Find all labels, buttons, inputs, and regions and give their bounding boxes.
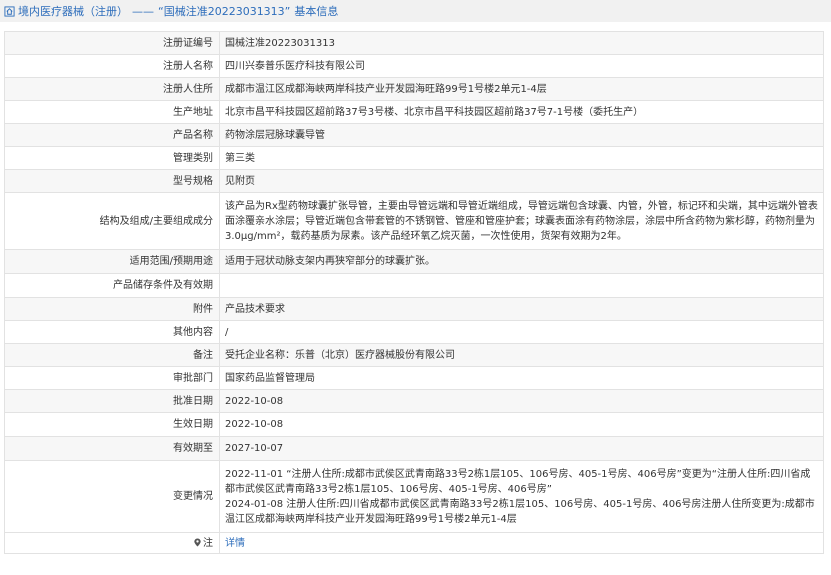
table-row: 型号规格 见附页 bbox=[4, 169, 824, 193]
details-link[interactable]: 详情 bbox=[225, 538, 245, 549]
row-label: 型号规格 bbox=[4, 169, 220, 193]
table-row: 其他内容 / bbox=[4, 320, 824, 344]
row-label: 产品名称 bbox=[4, 123, 220, 147]
row-label: 生效日期 bbox=[4, 412, 220, 437]
row-value: 2027-10-07 bbox=[219, 436, 824, 461]
row-label: 其他内容 bbox=[4, 320, 220, 344]
row-label: 注册人住所 bbox=[4, 77, 220, 101]
row-label: 附件 bbox=[4, 297, 220, 321]
table-row: 产品储存条件及有效期 bbox=[4, 273, 824, 298]
table-row: 管理类别 第三类 bbox=[4, 146, 824, 170]
row-value: 2022-10-08 bbox=[219, 412, 824, 437]
row-label: 管理类别 bbox=[4, 146, 220, 170]
row-label: 注册证编号 bbox=[4, 31, 220, 55]
table-row: 有效期至 2027-10-07 bbox=[4, 436, 824, 461]
table-row: 生效日期 2022-10-08 bbox=[4, 412, 824, 437]
breadcrumb-separator: —— bbox=[132, 4, 154, 18]
footer-label-text: 注 bbox=[203, 537, 213, 549]
row-value: 四川兴泰普乐医疗科技有限公司 bbox=[219, 54, 824, 78]
location-pin-icon bbox=[194, 537, 201, 547]
table-row: 注册人名称 四川兴泰普乐医疗科技有限公司 bbox=[4, 54, 824, 78]
breadcrumb-category-link[interactable]: 境内医疗器械（注册） bbox=[18, 3, 128, 19]
table-row: 适用范围/预期用途 适用于冠状动脉支架内再狭窄部分的球囊扩张。 bbox=[4, 249, 824, 274]
row-value: 国械注准20223031313 bbox=[219, 31, 824, 55]
table-row: 注册证编号 国械注准20223031313 bbox=[4, 31, 824, 55]
footer-value: 详情 bbox=[219, 532, 824, 554]
row-value: 成都市温江区成都海峡两岸科技产业开发园海旺路99号1号楼2单元1-4层 bbox=[219, 77, 824, 101]
row-value: 适用于冠状动脉支架内再狭窄部分的球囊扩张。 bbox=[219, 249, 824, 274]
row-label: 适用范围/预期用途 bbox=[4, 249, 220, 274]
page-header: 境内医疗器械（注册） —— “国械注准20223031313” 基本信息 bbox=[0, 0, 831, 22]
row-value: 药物涂层冠脉球囊导管 bbox=[219, 123, 824, 147]
row-value: / bbox=[219, 320, 824, 344]
home-icon bbox=[4, 5, 15, 17]
row-value: 第三类 bbox=[219, 146, 824, 170]
row-label: 批准日期 bbox=[4, 389, 220, 413]
row-value: 受托企业名称：乐普（北京）医疗器械股份有限公司 bbox=[219, 343, 824, 367]
table-row: 附件 产品技术要求 bbox=[4, 297, 824, 321]
page-title: “国械注准20223031313” bbox=[158, 5, 291, 18]
row-value: 该产品为Rx型药物球囊扩张导管，主要由导管远端和导管近端组成，导管远端包含球囊、… bbox=[219, 192, 824, 250]
detail-panel: 注册证编号 国械注准20223031313 注册人名称 四川兴泰普乐医疗科技有限公司注… bbox=[0, 22, 831, 554]
row-label: 变更情况 bbox=[4, 460, 220, 533]
table-row: 产品名称 药物涂层冠脉球囊导管 bbox=[4, 123, 824, 147]
row-label: 备注 bbox=[4, 343, 220, 367]
table-row: 批准日期 2022-10-08 bbox=[4, 389, 824, 413]
table-row-footer: 注 详情 bbox=[4, 532, 824, 554]
row-label: 审批部门 bbox=[4, 366, 220, 390]
table-row: 变更情况 2022-11-01 “注册人住所:成都市武侯区武青南路33号2栋1层1… bbox=[4, 460, 824, 533]
row-value: 国家药品监督管理局 bbox=[219, 366, 824, 390]
detail-table: 注册证编号 国械注准20223031313 注册人名称 四川兴泰普乐医疗科技有限公司注… bbox=[4, 31, 824, 554]
row-value: 产品技术要求 bbox=[219, 297, 824, 321]
table-row: 审批部门 国家药品监督管理局 bbox=[4, 366, 824, 390]
row-value: 见附页 bbox=[219, 169, 824, 193]
row-value: 2022-10-08 bbox=[219, 389, 824, 413]
table-row: 结构及组成/主要组成成分 该产品为Rx型药物球囊扩张导管，主要由导管远端和导管近端… bbox=[4, 192, 824, 250]
row-label: 生产地址 bbox=[4, 100, 220, 124]
row-label: 有效期至 bbox=[4, 436, 220, 461]
row-label: 产品储存条件及有效期 bbox=[4, 273, 220, 298]
row-value bbox=[219, 273, 824, 298]
row-value: 北京市昌平科技园区超前路37号3号楼、北京市昌平科技园区超前路37号7-1号楼（… bbox=[219, 100, 824, 124]
table-row: 生产地址 北京市昌平科技园区超前路37号3号楼、北京市昌平科技园区超前路37号7-… bbox=[4, 100, 824, 124]
table-row: 注册人住所 成都市温江区成都海峡两岸科技产业开发园海旺路99号1号楼2单元1-4层 bbox=[4, 77, 824, 101]
page-title-suffix: 基本信息 bbox=[294, 5, 339, 18]
row-label: 结构及组成/主要组成成分 bbox=[4, 192, 220, 250]
row-value: 2022-11-01 “注册人住所:成都市武侯区武青南路33号2栋1层105、1… bbox=[219, 460, 824, 533]
footer-label: 注 bbox=[4, 532, 220, 554]
row-label: 注册人名称 bbox=[4, 54, 220, 78]
table-row: 备注 受托企业名称：乐普（北京）医疗器械股份有限公司 bbox=[4, 343, 824, 367]
